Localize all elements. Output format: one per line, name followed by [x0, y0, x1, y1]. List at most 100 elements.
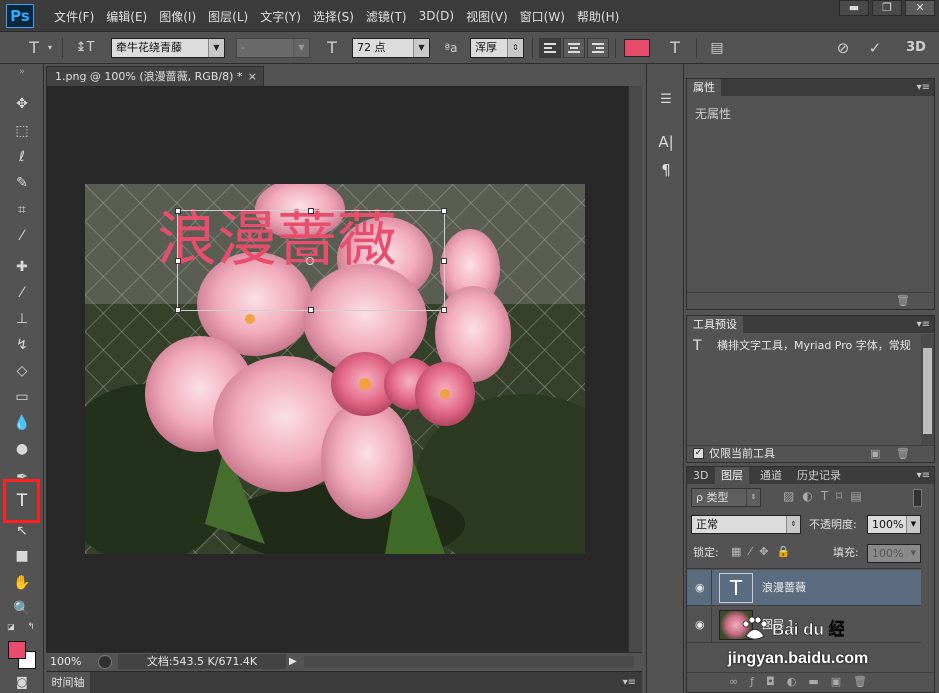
foreground-color-swatch[interactable] — [8, 641, 26, 659]
pixel-filter-icon[interactable]: ▨ — [783, 489, 802, 503]
fx-icon[interactable]: ƒ — [750, 675, 766, 688]
align-right-button[interactable] — [587, 38, 609, 58]
brush-tool-icon[interactable]: ⁄ — [10, 283, 34, 303]
adjustment-layer-icon[interactable]: ◐ — [787, 675, 809, 688]
transform-handle[interactable] — [308, 307, 314, 313]
transform-handle[interactable] — [175, 258, 181, 264]
transform-handle[interactable] — [441, 307, 447, 313]
panel-menu-icon[interactable]: ▾≡ — [917, 467, 930, 484]
tab-properties[interactable]: 属性 — [687, 79, 721, 96]
eraser-tool-icon[interactable]: ◇ — [10, 361, 34, 381]
clone-stamp-tool-icon[interactable]: ⊥ — [10, 309, 34, 329]
document-vertical-scrollbar[interactable] — [628, 86, 642, 652]
transform-handle[interactable] — [175, 307, 181, 313]
history-brush-tool-icon[interactable]: ↯ — [10, 335, 34, 355]
tab-channels[interactable]: 通道 — [754, 467, 788, 484]
menu-help[interactable]: 帮助(H) — [571, 8, 625, 25]
transform-handle[interactable] — [308, 208, 314, 214]
menu-3d[interactable]: 3D(D) — [413, 9, 460, 23]
lock-transparent-icon[interactable]: ▦ — [731, 545, 749, 558]
panel-menu-icon[interactable]: ▾≡ — [917, 316, 930, 333]
filter-toggle[interactable] — [913, 489, 922, 507]
close-tab-icon[interactable]: × — [248, 67, 257, 86]
panel-menu-icon[interactable]: ▾≡ — [623, 672, 636, 693]
dodge-tool-icon[interactable]: ● — [10, 439, 34, 459]
horizontal-type-tool-icon[interactable]: T — [10, 491, 34, 511]
type-filter-icon[interactable]: T — [821, 489, 836, 503]
cancel-edits-icon[interactable]: ⊘ — [832, 38, 854, 58]
shape-filter-icon[interactable]: ⌑ — [836, 489, 850, 503]
3d-button[interactable]: 3D — [902, 38, 930, 58]
trash-icon[interactable]: 🗑 — [896, 448, 910, 460]
toggle-orientation-icon[interactable]: ↨T — [74, 38, 96, 58]
panel-menu-icon[interactable]: ▾≡ — [917, 79, 930, 96]
swap-colors-icon[interactable]: ↰ — [24, 621, 38, 633]
visibility-eye-icon[interactable]: ◉ — [695, 581, 705, 594]
align-left-button[interactable] — [539, 38, 561, 58]
marquee-tool-icon[interactable]: ⬚ — [10, 121, 34, 141]
transform-bounding-box[interactable] — [175, 208, 447, 313]
menu-type[interactable]: 文字(Y) — [254, 8, 307, 25]
tab-3d[interactable]: 3D — [687, 467, 714, 484]
quick-selection-tool-icon[interactable]: ✎ — [10, 173, 34, 193]
transform-handle[interactable] — [441, 208, 447, 214]
close-window-button[interactable]: ✕ — [905, 0, 935, 16]
warp-text-icon[interactable]: T — [664, 38, 686, 58]
mask-icon[interactable]: ◘ — [766, 675, 787, 688]
menu-file[interactable]: 文件(F) — [48, 8, 100, 25]
layer-filter-select[interactable]: ρ 类型 ⇕ — [691, 488, 761, 507]
horizontal-scrollbar[interactable] — [304, 656, 634, 668]
status-menu-arrow-icon[interactable]: ▶ — [289, 654, 297, 669]
tab-layers[interactable]: 图层 — [715, 467, 749, 484]
default-colors-icon[interactable]: ◪ — [4, 621, 18, 633]
blend-mode-select[interactable]: 正常 ⇕ — [691, 515, 801, 534]
reference-point[interactable] — [306, 257, 314, 265]
menu-window[interactable]: 窗口(W) — [514, 8, 571, 25]
tab-tool-presets[interactable]: 工具预设 — [687, 316, 743, 333]
text-color-swatch[interactable] — [624, 39, 650, 57]
trash-icon[interactable]: 🗑 — [896, 295, 910, 307]
font-style-select[interactable]: - ▼ — [236, 38, 310, 58]
zoom-tool-icon[interactable]: 🔍 — [10, 599, 34, 619]
menu-image[interactable]: 图像(I) — [153, 8, 202, 25]
lock-pixels-icon[interactable]: ⁄ — [749, 545, 759, 558]
visibility-eye-icon[interactable]: ◉ — [695, 618, 705, 631]
adjustment-filter-icon[interactable]: ◐ — [802, 489, 820, 503]
commit-edits-icon[interactable]: ✓ — [864, 38, 886, 58]
timeline-tab[interactable]: 时间轴 — [46, 672, 90, 693]
character-panel-icon[interactable]: ▤ — [706, 38, 728, 58]
crop-tool-icon[interactable]: ⌗ — [10, 200, 34, 220]
gradient-tool-icon[interactable]: ▭ — [10, 387, 34, 407]
anti-alias-select[interactable]: 浑厚 ⇕ — [470, 38, 524, 58]
lock-position-icon[interactable]: ✥ — [759, 545, 776, 558]
restore-button[interactable]: ❐ — [872, 0, 902, 16]
menu-view[interactable]: 视图(V) — [460, 8, 514, 25]
menu-layer[interactable]: 图层(L) — [202, 8, 254, 25]
rectangle-tool-icon[interactable]: ■ — [10, 546, 34, 566]
status-info-icon[interactable] — [98, 655, 112, 669]
font-family-select[interactable]: 牵牛花绕青藤 ▼ — [111, 38, 225, 58]
tool-preset-item[interactable]: T 横排文字工具，Myriad Pro 字体，常规 — [687, 336, 921, 356]
fill-input[interactable]: 100% ▼ — [867, 544, 921, 563]
chevron-down-icon[interactable]: ▾ — [44, 38, 56, 58]
layer-row-text[interactable]: ◉ T 浪漫蔷薇 — [687, 570, 921, 606]
new-layer-icon[interactable]: ▣ — [831, 675, 853, 688]
current-tool-checkbox[interactable]: ✓ — [693, 448, 704, 459]
collapse-icon[interactable]: » — [10, 68, 34, 88]
blur-tool-icon[interactable]: 💧 — [10, 413, 34, 433]
smart-object-filter-icon[interactable]: ▤ — [850, 489, 869, 503]
lock-all-icon[interactable]: 🔒 — [776, 545, 798, 558]
path-selection-tool-icon[interactable]: ↖ — [10, 521, 34, 541]
preset-scrollbar[interactable] — [921, 334, 934, 446]
new-preset-icon[interactable]: ▣ — [870, 448, 882, 460]
history-panel-icon[interactable]: ☰ — [655, 90, 677, 110]
link-layers-icon[interactable]: ∞ — [729, 675, 750, 688]
eyedropper-tool-icon[interactable]: ⁄ — [10, 226, 34, 246]
document-tab[interactable]: 1.png @ 100% (浪漫蔷薇, RGB/8) * × — [46, 66, 264, 86]
align-center-button[interactable] — [563, 38, 585, 58]
canvas-image[interactable]: 浪漫蔷薇 — [85, 184, 585, 554]
group-folder-icon[interactable]: ▬ — [808, 675, 830, 688]
lasso-tool-icon[interactable]: ℓ — [10, 147, 34, 167]
character-panel-icon[interactable]: A| — [655, 132, 677, 152]
tab-history[interactable]: 历史记录 — [791, 467, 847, 484]
